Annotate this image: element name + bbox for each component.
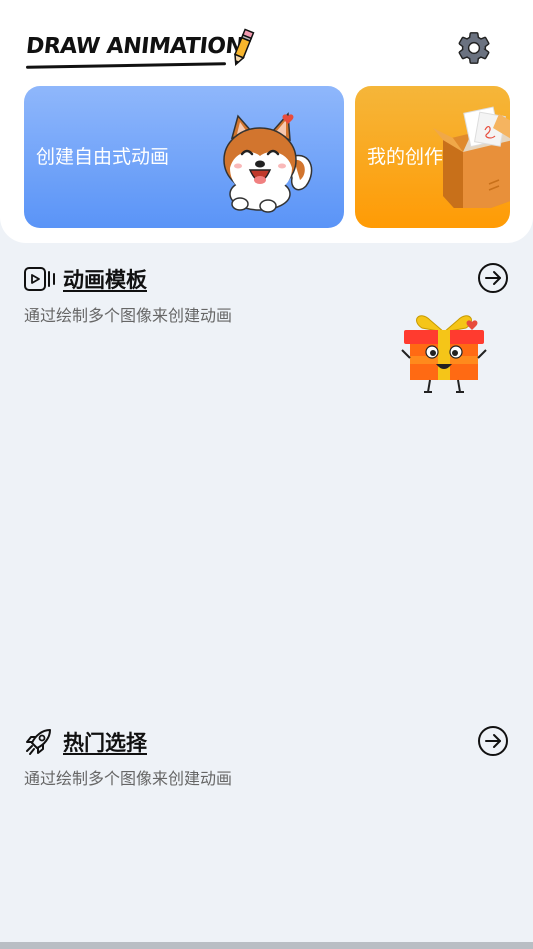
logo-text: DRAW ANIMATION — [24, 34, 245, 59]
create-freestyle-label: 创建自由式动画 — [36, 146, 170, 168]
home-indicator-bar — [0, 942, 533, 949]
popular-section-header[interactable]: 热门选择 — [24, 725, 509, 759]
my-creations-card[interactable]: 我的创作 — [355, 86, 510, 228]
templates-title: 动画模板 — [63, 268, 147, 292]
logo-underline — [25, 62, 227, 69]
my-creations-label: 我的创作 — [367, 146, 444, 168]
templates-subtitle: 通过绘制多个图像来创建动画 — [24, 306, 233, 325]
open-box-illustration — [433, 106, 510, 208]
templates-section-header[interactable]: 动画模板 — [24, 262, 509, 296]
rocket-icon — [26, 729, 51, 755]
video-icon — [24, 267, 55, 291]
app-logo: DRAW ANIMATION — [24, 28, 256, 72]
arrow-right-circle-icon[interactable] — [477, 725, 509, 757]
gift-mascot-illustration — [401, 315, 487, 393]
pencil-icon — [234, 28, 255, 67]
shiba-dog-illustration — [223, 112, 313, 213]
header-panel: DRAW ANIMATION 创建自由式动画 我的创作 — [0, 0, 533, 243]
settings-button[interactable] — [454, 28, 494, 68]
arrow-right-circle-icon[interactable] — [477, 262, 509, 294]
create-freestyle-card[interactable]: 创建自由式动画 — [24, 86, 344, 228]
gear-icon — [458, 32, 490, 64]
popular-subtitle: 通过绘制多个图像来创建动画 — [24, 769, 233, 788]
popular-title: 热门选择 — [63, 731, 147, 755]
